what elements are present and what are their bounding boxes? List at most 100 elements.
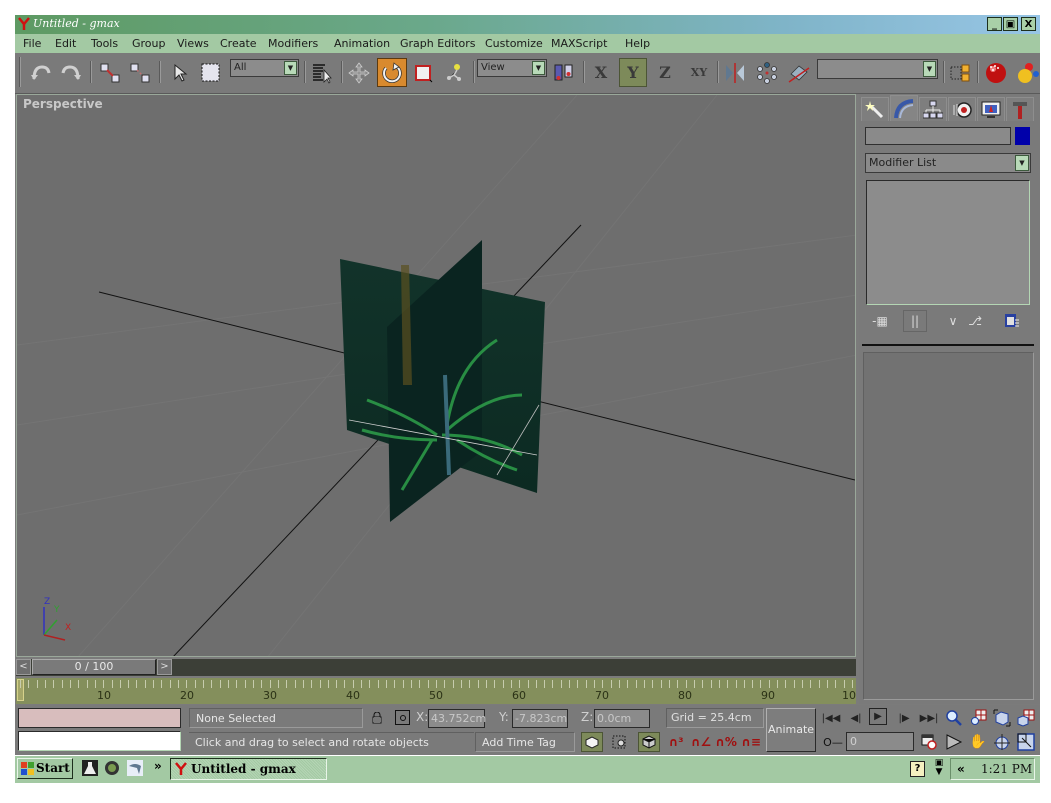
tab-motion[interactable]	[948, 97, 976, 121]
tray-restore-icon[interactable]: ▣ ▼	[934, 759, 944, 777]
make-unique-button[interactable]: ∨	[943, 310, 963, 332]
menu-customize[interactable]: Customize	[485, 37, 543, 50]
menu-maxscript[interactable]: MAXScript	[551, 37, 607, 50]
tab-create[interactable]	[861, 97, 889, 121]
configure-modifier-sets-button[interactable]	[1001, 310, 1023, 332]
time-slider-prev-button[interactable]: <	[16, 659, 31, 675]
previous-frame-button[interactable]: ◀|	[845, 708, 867, 728]
pin-stack-button[interactable]: -▦	[869, 310, 891, 332]
pan-button[interactable]: ✋	[967, 732, 989, 752]
current-frame-field[interactable]: 0	[846, 732, 914, 751]
tab-modify[interactable]	[890, 95, 918, 121]
zoom-all-button[interactable]	[967, 708, 989, 728]
play-button[interactable]: ▶	[869, 708, 887, 725]
menu-modifiers[interactable]: Modifiers	[268, 37, 318, 50]
restrict-x-button[interactable]: X	[588, 59, 614, 86]
y-coord-field[interactable]: -7.823cm	[512, 709, 568, 728]
align-button[interactable]	[786, 59, 812, 86]
restrict-y-button[interactable]: Y	[619, 58, 647, 87]
z-coord-field[interactable]: 0.0cm	[594, 709, 650, 728]
menu-edit[interactable]: Edit	[55, 37, 76, 50]
select-and-rotate-button[interactable]	[377, 58, 407, 87]
track-bar[interactable]: 10 20 30 40 50 60 70 80 90 10	[16, 678, 856, 704]
min-max-toggle-button[interactable]	[1015, 732, 1037, 752]
object-name-field[interactable]	[865, 127, 1011, 145]
menu-tools[interactable]: Tools	[91, 37, 118, 50]
rectangular-selection-region-button[interactable]	[198, 59, 224, 86]
key-mode-toggle[interactable]: O—	[822, 732, 844, 752]
tab-utilities[interactable]	[1006, 97, 1034, 121]
modifier-stack-list[interactable]	[866, 180, 1030, 305]
remove-modifier-button[interactable]: ⎇	[965, 310, 985, 332]
tab-display[interactable]	[977, 97, 1005, 121]
plant-billboard-object[interactable]	[340, 240, 545, 522]
start-button[interactable]: Start	[17, 758, 73, 779]
select-and-manipulate-button[interactable]	[441, 59, 467, 86]
time-slider-next-button[interactable]: >	[157, 659, 172, 675]
restrict-z-button[interactable]: Z	[652, 59, 678, 86]
arc-rotate-button[interactable]	[991, 732, 1013, 752]
time-slider[interactable]: < 0 / 100 >	[16, 659, 856, 676]
minimize-button[interactable]: _	[987, 17, 1002, 31]
zoom-extents-button[interactable]	[991, 708, 1013, 728]
spinner-snap-toggle[interactable]: ∩≡	[740, 732, 762, 752]
viewport-label[interactable]: Perspective	[23, 97, 103, 111]
render-button[interactable]	[1015, 59, 1039, 86]
restore-button[interactable]: ▣	[1003, 17, 1018, 31]
restrict-xy-plane-button[interactable]: XY	[684, 59, 714, 86]
select-object-button[interactable]	[167, 59, 193, 86]
zoom-button[interactable]	[943, 708, 965, 728]
window-crossing-button[interactable]	[609, 732, 631, 752]
select-and-link-button[interactable]	[97, 59, 123, 86]
menu-group[interactable]: Group	[132, 37, 166, 50]
time-slider-thumb[interactable]: 0 / 100	[32, 659, 156, 675]
mirror-button[interactable]	[722, 59, 748, 86]
time-configuration-button[interactable]	[918, 732, 940, 752]
select-by-name-button[interactable]	[309, 59, 335, 86]
reference-coordinate-system-dropdown[interactable]: View ▼	[477, 59, 547, 77]
show-end-result-button[interactable]: ||	[903, 310, 927, 332]
menu-help[interactable]: Help	[625, 37, 650, 50]
quicklaunch-overflow-chevron[interactable]: »	[154, 759, 162, 773]
go-to-end-button[interactable]: ▶▶|	[918, 708, 940, 728]
field-of-view-button[interactable]	[943, 732, 965, 752]
taskbar-item-gmax[interactable]: Untitled - gmax	[170, 758, 327, 780]
selection-filter-dropdown[interactable]: All ▼	[230, 59, 299, 77]
select-and-move-button[interactable]	[346, 59, 372, 86]
maxscript-listener-input[interactable]	[18, 731, 181, 751]
menu-animation[interactable]: Animation	[334, 37, 390, 50]
use-pivot-center-button[interactable]	[551, 59, 577, 86]
redo-button[interactable]	[58, 59, 84, 86]
add-time-tag-button[interactable]: Add Time Tag	[475, 732, 575, 752]
unlink-selection-button[interactable]	[127, 59, 153, 86]
zoom-extents-all-button[interactable]	[1015, 708, 1037, 728]
undo-button[interactable]	[28, 59, 54, 86]
maxscript-listener-output[interactable]	[18, 708, 181, 728]
material-editor-button[interactable]	[983, 59, 1009, 86]
degradation-override-button[interactable]	[581, 732, 603, 752]
tray-expand-chevron[interactable]: «	[957, 762, 965, 776]
quicklaunch-game-app[interactable]	[104, 760, 120, 776]
menu-graph-editors[interactable]: Graph Editors	[400, 37, 476, 50]
menu-views[interactable]: Views	[177, 37, 209, 50]
x-coord-field[interactable]: 43.752cm	[428, 709, 486, 728]
array-button[interactable]	[754, 59, 780, 86]
next-frame-button[interactable]: |▶	[893, 708, 915, 728]
close-button[interactable]: X	[1021, 17, 1036, 31]
adaptive-degradation-button[interactable]	[638, 732, 660, 752]
percent-snap-toggle[interactable]: ∩%	[715, 732, 737, 752]
help-tray-icon[interactable]: ?	[910, 761, 925, 777]
object-color-swatch[interactable]	[1015, 127, 1030, 145]
absolute-relative-toggle[interactable]	[395, 710, 410, 725]
3d-snap-toggle[interactable]: ∩³	[665, 732, 687, 752]
select-and-scale-button[interactable]	[411, 59, 437, 86]
track-view-button[interactable]	[947, 59, 973, 86]
menu-create[interactable]: Create	[220, 37, 257, 50]
quicklaunch-app[interactable]	[127, 760, 143, 776]
go-to-start-button[interactable]: |◀◀	[820, 708, 842, 728]
menu-file[interactable]: File	[23, 37, 41, 50]
perspective-viewport[interactable]: Perspective Z Y X	[16, 94, 856, 657]
animate-button[interactable]: Animate	[766, 708, 816, 752]
tab-hierarchy[interactable]	[919, 97, 947, 121]
quicklaunch-lab-app[interactable]	[82, 760, 98, 776]
